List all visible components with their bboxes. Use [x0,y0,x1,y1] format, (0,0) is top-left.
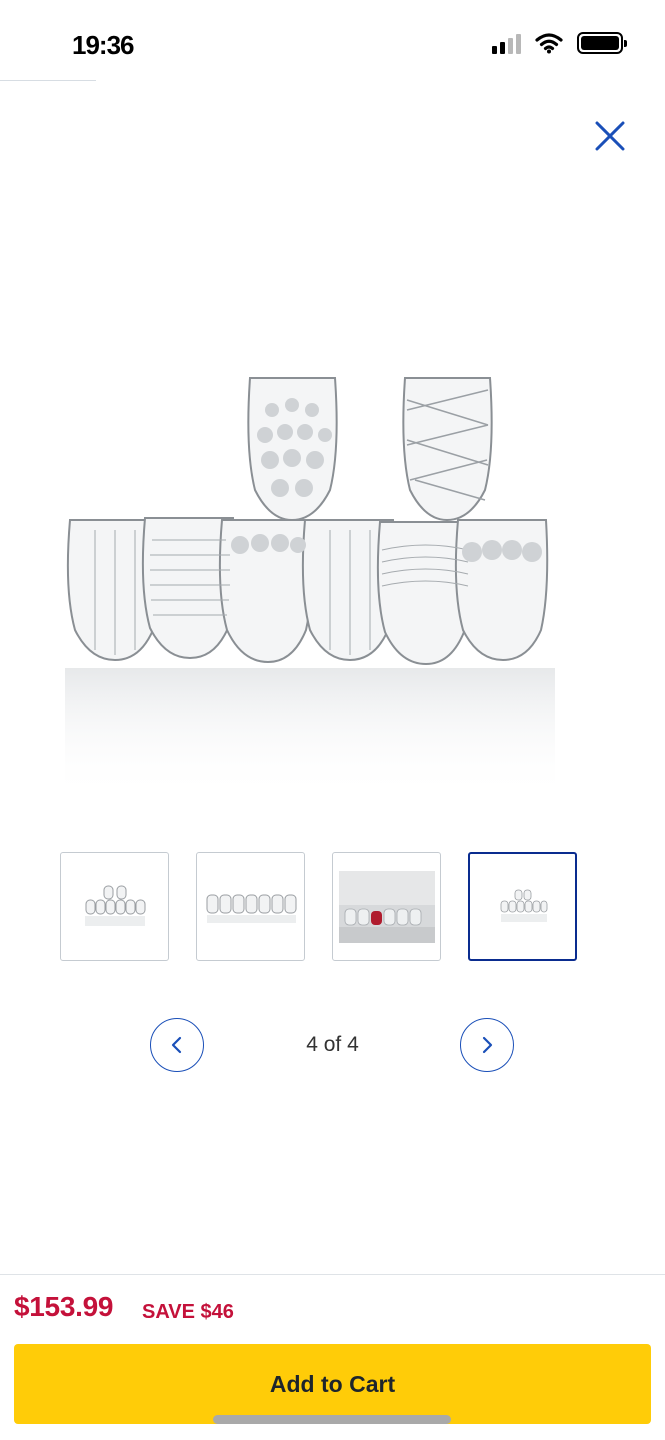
wifi-icon [535,33,563,54]
thumb-glasses-row-image [206,894,296,923]
thumbnail-3[interactable] [332,852,441,961]
thumb-glasses-pyramid-image [84,885,145,926]
glassware-set-image [65,377,555,798]
close-button[interactable] [592,118,628,154]
cellular-signal-icon [492,32,521,54]
home-indicator [213,1415,451,1424]
add-to-cart-button[interactable]: Add to Cart [14,1344,651,1424]
thumb-glasses-lifestyle-image [338,870,435,943]
next-image-button[interactable] [460,1018,514,1072]
price: $153.99 [14,1291,114,1322]
thumb-glasses-pyramid-small-image [500,889,547,922]
chevron-left-icon [171,1036,182,1054]
thumbnail-2[interactable] [196,852,305,961]
bottom-divider [0,1274,665,1275]
status-icons [492,32,627,54]
thumbnail-1[interactable] [60,852,169,961]
close-icon [595,121,625,151]
chevron-right-icon [482,1036,493,1054]
top-divider [0,80,96,81]
thumbnail-4[interactable] [468,852,577,961]
previous-image-button[interactable] [150,1018,204,1072]
savings-label: SAVE $46 [142,1301,234,1323]
main-product-image[interactable] [40,330,625,820]
status-bar: 19:36 [0,0,665,82]
thumbnail-row [60,852,577,961]
battery-icon [577,32,627,54]
status-time: 19:36 [72,30,134,60]
image-pager: 4 of 4 [150,1018,515,1072]
